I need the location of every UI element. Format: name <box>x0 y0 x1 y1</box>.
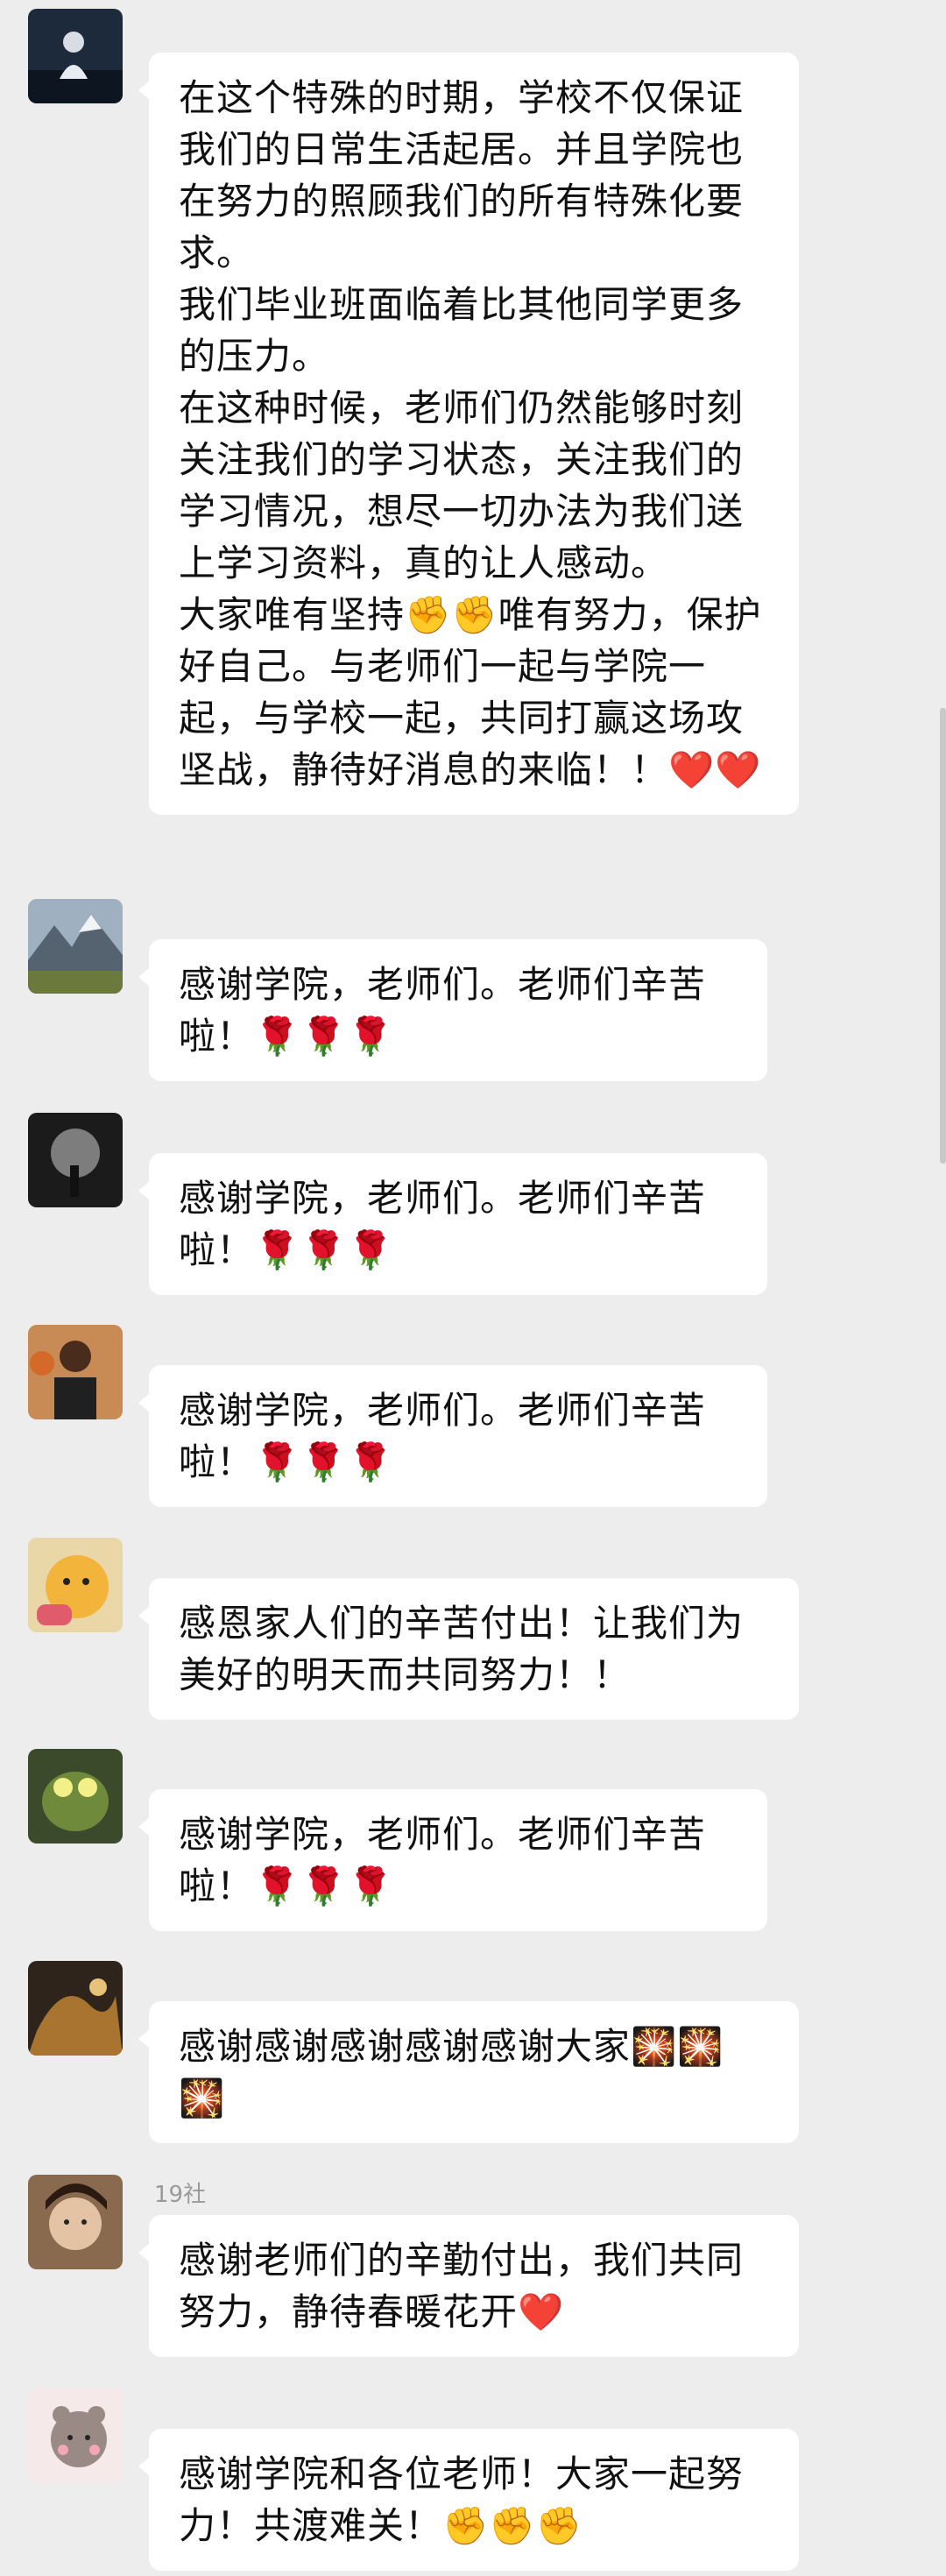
avatar-image-icon <box>28 899 123 994</box>
message-text: 在这种时候，老师们仍然能够时刻关注我们的学习状态，关注我们的学习情况，想尽一切办… <box>179 386 745 584</box>
avatar[interactable] <box>28 1325 123 1419</box>
message-bubble[interactable]: 感谢感谢感谢感谢感谢大家🎇🎇🎇 <box>138 2001 799 2143</box>
message-bubble[interactable]: 感谢学院和各位老师！大家一起努力！共渡难关！✊✊✊ <box>138 2429 799 2571</box>
message-bubble[interactable]: 感恩家人们的辛苦付出！让我们为美好的明天而共同努力！！ <box>138 1578 799 1720</box>
avatar[interactable] <box>28 1113 123 1207</box>
message-text: 感谢学院，老师们。老师们辛苦啦！🌹🌹🌹 <box>179 1177 707 1271</box>
avatar-image-icon <box>28 2388 123 2483</box>
avatar-image-icon <box>28 9 123 103</box>
chat-message-list[interactable]: 在这个特殊的时期，学校不仅保证我们的日常生活起居。并且学院也在努力的照顾我们的所… <box>0 0 946 2576</box>
message-text: 我们毕业班面临着比其他同学更多的压力。 <box>179 283 745 378</box>
avatar[interactable] <box>28 2175 123 2269</box>
message-text: 感谢老师们的辛勤付出，我们共同努力，静待春暖花开❤️ <box>179 2239 745 2333</box>
avatar-image-icon <box>28 1325 123 1419</box>
avatar-image-icon <box>28 1749 123 1844</box>
avatar-image-icon <box>28 2175 123 2269</box>
message-text: 感谢感谢感谢感谢感谢大家🎇🎇🎇 <box>179 2025 724 2120</box>
message-text: 感谢学院和各位老师！大家一起努力！共渡难关！✊✊✊ <box>179 2452 745 2547</box>
avatar-image-icon <box>28 1538 123 1632</box>
avatar[interactable] <box>28 2388 123 2483</box>
message-bubble[interactable]: 感谢学院，老师们。老师们辛苦啦！🌹🌹🌹 <box>138 1365 767 1507</box>
avatar[interactable] <box>28 899 123 994</box>
message-bubble[interactable]: 感谢老师们的辛勤付出，我们共同努力，静待春暖花开❤️ <box>138 2215 799 2357</box>
message-bubble[interactable]: 感谢学院，老师们。老师们辛苦啦！🌹🌹🌹 <box>138 1789 767 1931</box>
sender-name: 19社 <box>154 2182 207 2208</box>
avatar-image-icon <box>28 1961 123 2056</box>
scrollbar[interactable] <box>940 708 946 1164</box>
avatar-image-icon <box>28 1113 123 1207</box>
message-text: 感恩家人们的辛苦付出！让我们为美好的明天而共同努力！！ <box>179 1602 745 1696</box>
message-text: 大家唯有坚持✊✊唯有努力，保护好自己。与老师们一起与学院一起，与学校一起，共同打… <box>179 593 762 791</box>
message-bubble[interactable]: 在这个特殊的时期，学校不仅保证我们的日常生活起居。并且学院也在努力的照顾我们的所… <box>138 53 799 815</box>
avatar[interactable] <box>28 1538 123 1632</box>
message-text: 感谢学院，老师们。老师们辛苦啦！🌹🌹🌹 <box>179 963 707 1058</box>
message-bubble[interactable]: 感谢学院，老师们。老师们辛苦啦！🌹🌹🌹 <box>138 939 767 1081</box>
message-text: 在这个特殊的时期，学校不仅保证我们的日常生活起居。并且学院也在努力的照顾我们的所… <box>179 76 745 274</box>
message-text: 感谢学院，老师们。老师们辛苦啦！🌹🌹🌹 <box>179 1389 707 1483</box>
message-text: 感谢学院，老师们。老师们辛苦啦！🌹🌹🌹 <box>179 1813 707 1907</box>
avatar[interactable] <box>28 1961 123 2056</box>
avatar[interactable] <box>28 9 123 103</box>
avatar[interactable] <box>28 1749 123 1844</box>
message-bubble[interactable]: 感谢学院，老师们。老师们辛苦啦！🌹🌹🌹 <box>138 1153 767 1295</box>
